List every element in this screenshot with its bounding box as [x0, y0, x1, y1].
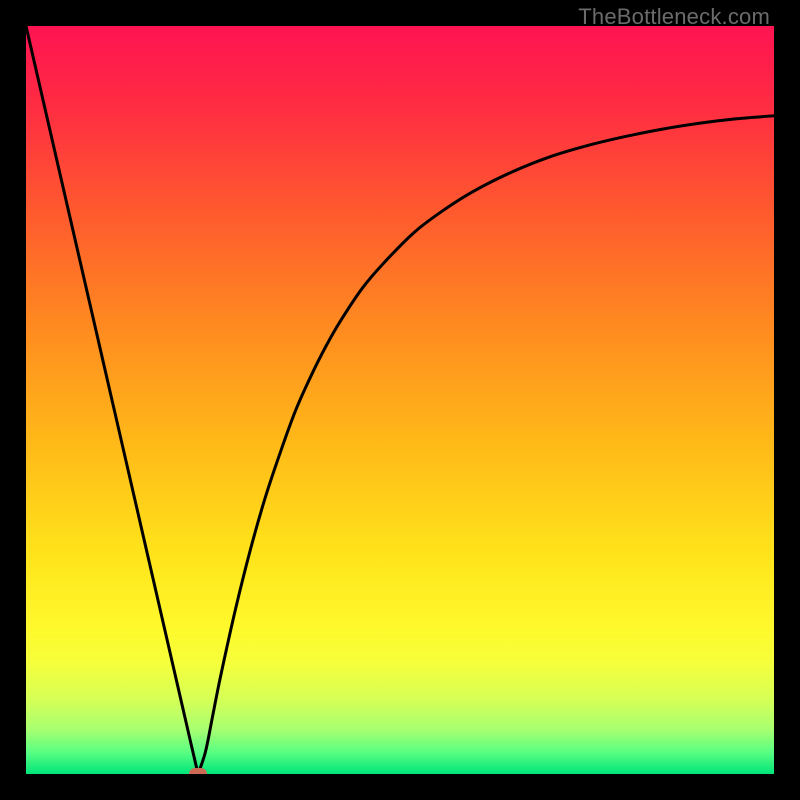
bottleneck-curve — [26, 26, 774, 774]
minimum-marker — [189, 768, 207, 774]
chart-frame: TheBottleneck.com — [0, 0, 800, 800]
watermark-label: TheBottleneck.com — [578, 4, 770, 30]
plot-area — [26, 26, 774, 774]
